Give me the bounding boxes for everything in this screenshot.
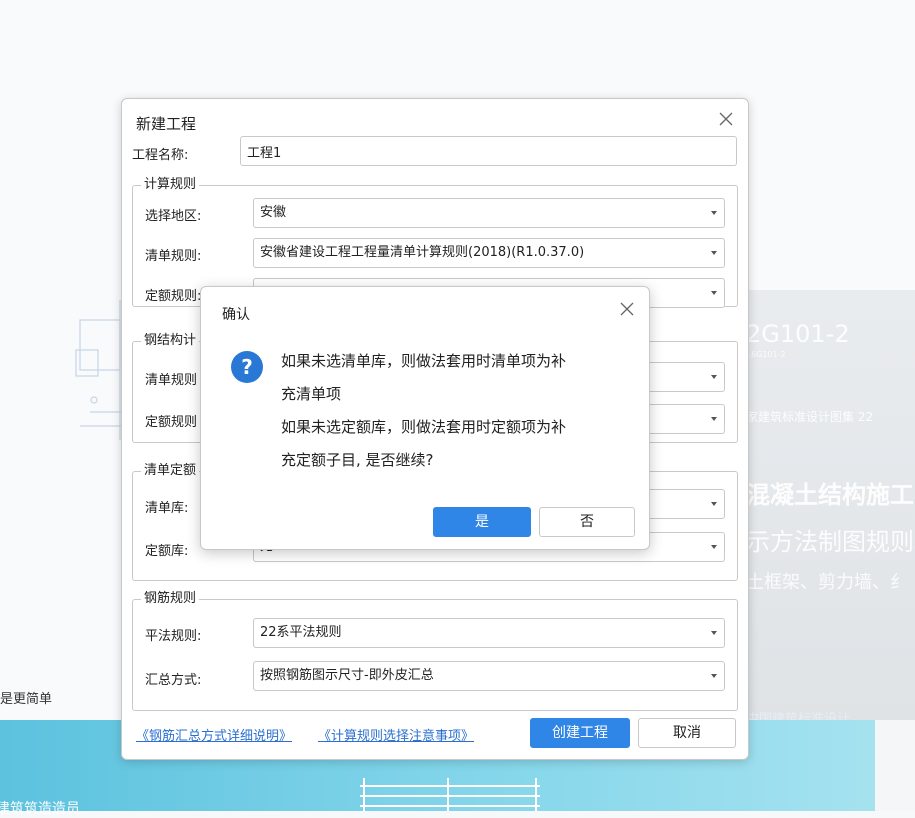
confirm-title: 确认	[222, 307, 250, 323]
select-value: 22系平法规则	[260, 625, 342, 640]
calc-rules-help-link[interactable]: 《计算规则选择注意事项》	[318, 725, 474, 744]
no-button[interactable]: 否	[539, 507, 635, 537]
bill-lib-label: 清单库:	[145, 501, 189, 516]
chevron-down-icon	[711, 502, 717, 506]
bill-rule-select[interactable]: 安徽省建设工程工程量清单计算规则(2018)(R1.0.37.0)	[253, 238, 725, 268]
group-title: 计算规则	[141, 177, 200, 193]
chevron-down-icon	[711, 674, 717, 678]
chevron-down-icon	[711, 251, 717, 255]
close-icon[interactable]	[619, 301, 635, 317]
region-select[interactable]: 安徽	[253, 198, 725, 228]
region-label: 选择地区:	[145, 209, 202, 224]
steel-bill-rule-label: 清单规则	[145, 373, 198, 388]
summary-select[interactable]: 按照钢筋图示尺寸-即外皮汇总	[253, 661, 725, 691]
book-line: 16G101-2	[746, 350, 786, 359]
group-title: 清单定额	[141, 463, 200, 479]
chevron-down-icon	[711, 631, 717, 635]
quota-lib-label: 定额库:	[145, 544, 189, 559]
select-value: 安徽省建设工程工程量清单计算规则(2018)(R1.0.37.0)	[260, 245, 585, 260]
background-book-cover: 2G101-2 16G101-2 家建筑标准设计图集 22 混凝土结构施工图 示…	[740, 290, 915, 720]
confirm-message-line: 充清单项	[281, 385, 342, 403]
chevron-down-icon	[711, 291, 717, 295]
summary-label: 汇总方式:	[145, 673, 202, 688]
book-line: 中国建筑标准设计	[746, 712, 851, 720]
project-name-label: 工程名称:	[132, 148, 189, 163]
rebar-rules-group: 钢筋规则 平法规则: 22系平法规则 汇总方式: 按照钢筋图示尺寸-即外皮汇总	[132, 591, 738, 711]
chevron-down-icon	[711, 375, 717, 379]
flat-rule-select[interactable]: 22系平法规则	[253, 618, 725, 648]
dialog-title: 新建工程	[136, 115, 197, 133]
question-icon: ?	[231, 351, 263, 383]
background-text: 建筑筑造造员	[0, 801, 80, 817]
book-line: 示方法制图规则和	[746, 528, 915, 556]
group-title: 钢结构计	[141, 333, 200, 349]
chevron-down-icon	[711, 417, 717, 421]
book-line: 混凝土结构施工图	[746, 481, 915, 509]
bill-rule-label: 清单规则:	[145, 249, 202, 264]
background-band-edge	[875, 720, 915, 811]
background-text: 是更简单	[0, 692, 53, 707]
group-title: 钢筋规则	[141, 591, 200, 607]
steel-quota-rule-label: 定额规则	[145, 415, 198, 430]
confirm-message-line: 如果未选清单库，则做法套用时清单项为补	[281, 352, 567, 370]
flat-rule-label: 平法规则:	[145, 629, 202, 644]
chevron-down-icon	[711, 545, 717, 549]
bridge-rail-icon	[360, 778, 540, 811]
book-line: 土框架、剪力墙、纟	[746, 572, 908, 593]
project-name-input[interactable]	[240, 136, 737, 166]
create-project-button[interactable]: 创建工程	[530, 718, 630, 748]
confirm-message-line: 充定额子目, 是否继续?	[281, 451, 434, 469]
rebar-summary-help-link[interactable]: 《钢筋汇总方式详细说明》	[136, 725, 292, 744]
chevron-down-icon	[711, 211, 717, 215]
quota-rule-label: 定额规则:	[145, 289, 202, 304]
close-icon[interactable]	[718, 111, 734, 127]
confirm-message-line: 如果未选定额库，则做法套用时定额项为补	[281, 418, 567, 436]
book-line: 家建筑标准设计图集 22	[746, 410, 874, 424]
confirm-dialog: 确认 ? 如果未选清单库，则做法套用时清单项为补 充清单项 如果未选定额库，则做…	[200, 286, 650, 550]
yes-button[interactable]: 是	[433, 507, 531, 537]
select-value: 按照钢筋图示尺寸-即外皮汇总	[260, 668, 434, 683]
cancel-button[interactable]: 取消	[638, 718, 736, 748]
select-value: 安徽	[260, 205, 287, 220]
book-line: 2G101-2	[746, 320, 850, 348]
